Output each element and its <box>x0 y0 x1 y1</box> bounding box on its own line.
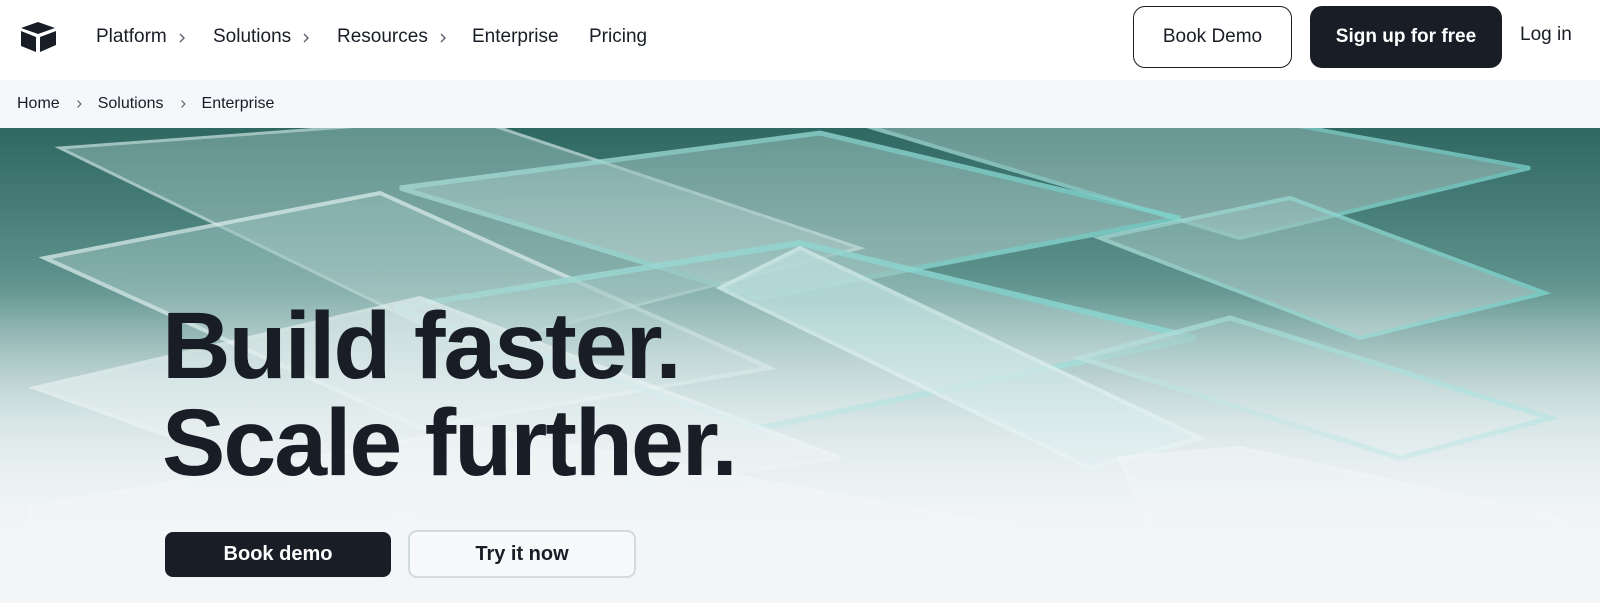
chevron-right-icon <box>440 33 446 42</box>
hero-headline-line-2: Scale further. <box>162 390 738 496</box>
hero-headline: Build faster. Scale further. <box>162 298 962 492</box>
nav-pricing-label: Pricing <box>589 26 648 47</box>
breadcrumb-home[interactable]: Home <box>17 95 60 113</box>
nav-solutions[interactable]: Solutions <box>213 24 311 50</box>
nav-resources-label: Resources <box>337 26 428 47</box>
breadcrumb-enterprise: Enterprise <box>201 95 275 112</box>
log-in-link[interactable]: Log in <box>1520 24 1572 50</box>
chevron-right-icon <box>303 33 310 42</box>
nav-enterprise-label: Enterprise <box>472 26 559 47</box>
hero-book-demo-button[interactable]: Book demo <box>165 532 391 577</box>
book-demo-button[interactable]: Book Demo <box>1133 6 1292 68</box>
nav-resources[interactable]: Resources <box>337 24 448 50</box>
nav-platform-label: Platform <box>96 26 167 47</box>
breadcrumb: Home Solutions Enterprise <box>0 80 1600 128</box>
breadcrumb-solutions[interactable]: Solutions <box>98 95 164 113</box>
nav-platform[interactable]: Platform <box>96 24 187 50</box>
sign-up-button[interactable]: Sign up for free <box>1310 6 1502 68</box>
hero-section: Build faster. Scale further. Book demo T… <box>0 128 1600 603</box>
nav-solutions-label: Solutions <box>213 26 292 47</box>
nav-pricing[interactable]: Pricing <box>589 24 647 50</box>
nav-enterprise[interactable]: Enterprise <box>472 24 559 50</box>
hero-headline-line-1: Build faster. <box>162 293 682 399</box>
hero-try-it-now-button[interactable]: Try it now <box>408 530 636 578</box>
airtable-logo-icon[interactable] <box>18 20 58 54</box>
chevron-right-icon <box>179 33 185 42</box>
chevron-right-icon <box>76 100 82 108</box>
top-navigation: Platform Solutions Resources Enterprise … <box>0 0 1600 80</box>
chevron-right-icon <box>180 100 186 108</box>
